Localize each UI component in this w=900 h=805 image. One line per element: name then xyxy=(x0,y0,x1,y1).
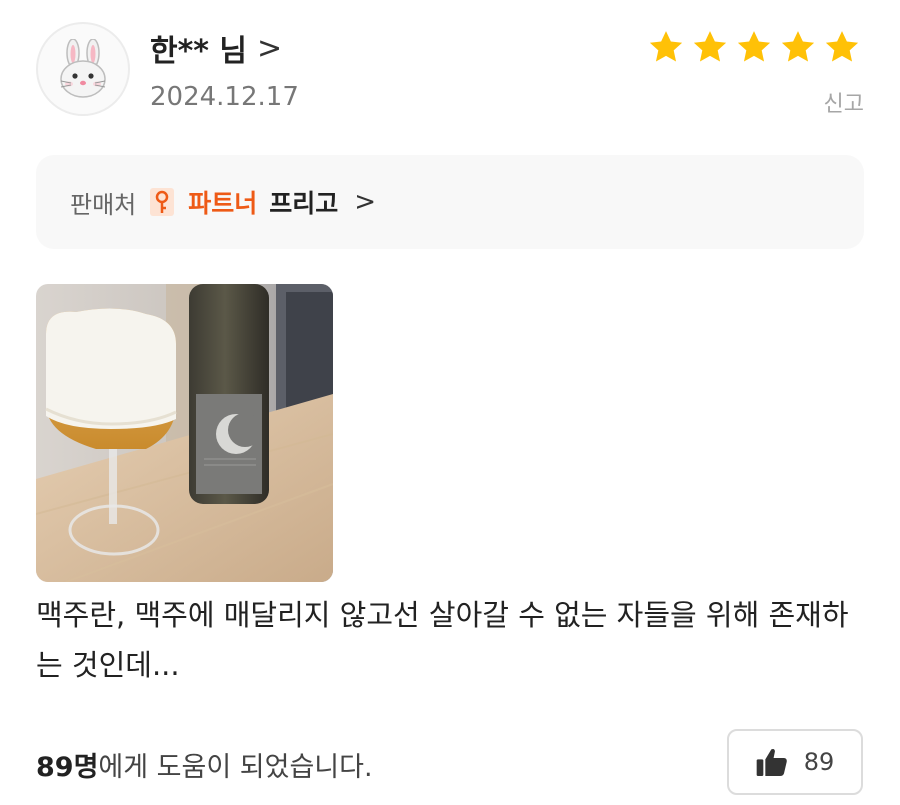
chevron-right-icon: > xyxy=(354,187,377,217)
review-date: 2024.12.17 xyxy=(150,82,299,112)
rabbit-face-icon xyxy=(60,39,106,98)
helpful-summary: 89명에게 도움이 되었습니다. xyxy=(36,745,373,784)
like-count: 89 xyxy=(803,748,835,776)
partner-badge: 파트너 xyxy=(188,189,258,218)
star-icon xyxy=(737,31,771,62)
beer-photo-image xyxy=(36,284,333,582)
seller-link[interactable]: 판매처 파트너 프리고 > xyxy=(36,155,864,249)
seller-name: 프리고 xyxy=(269,189,339,218)
like-button[interactable]: 89 xyxy=(727,729,863,795)
avatar[interactable] xyxy=(36,22,130,116)
chevron-right-icon: > xyxy=(257,30,283,66)
key-icon xyxy=(150,188,175,216)
star-icon xyxy=(781,31,815,62)
helpful-suffix: 에게 도움이 되었습니다. xyxy=(98,752,373,783)
thumbs-up-icon xyxy=(756,748,787,776)
helpful-count: 89명 xyxy=(36,752,99,783)
report-button[interactable]: 신고 xyxy=(824,86,864,118)
review-photo[interactable] xyxy=(36,284,333,582)
seller-label: 판매처 xyxy=(70,190,137,219)
star-rating xyxy=(648,30,860,64)
reviewer-name-link[interactable]: 한** 님 > xyxy=(150,26,282,70)
star-icon xyxy=(693,31,727,62)
star-icon xyxy=(825,31,859,62)
review-text: 맥주란, 맥주에 매달리지 않고선 살아갈 수 없는 자들을 위해 존재하는 것… xyxy=(36,598,849,682)
star-icon xyxy=(649,31,683,62)
reviewer-name: 한** 님 xyxy=(150,34,248,69)
